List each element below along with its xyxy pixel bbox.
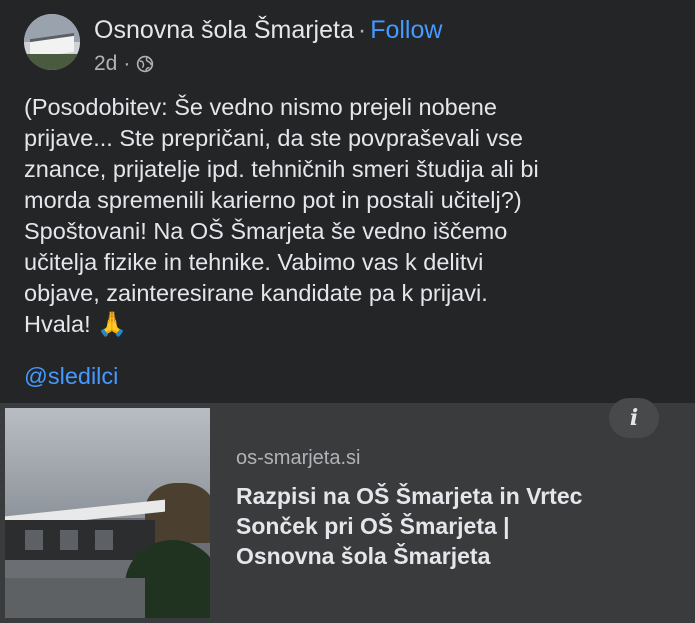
link-title[interactable]: Razpisi na OŠ Šmarjeta in Vrtec Sonček p… (236, 481, 656, 571)
meta-separator: · (123, 52, 131, 75)
page-avatar[interactable] (24, 14, 80, 70)
thumbnail-window (60, 530, 78, 550)
name-row: Osnovna šola Šmarjeta · Follow (94, 16, 442, 45)
thumbnail-window (25, 530, 43, 550)
post-timestamp[interactable]: 2d (94, 52, 117, 76)
post-body: (Posodobitev: Še vedno nismo prejeli nob… (24, 92, 679, 340)
info-icon[interactable]: i (609, 398, 659, 438)
post-body-text: (Posodobitev: Še vedno nismo prejeli nob… (24, 94, 539, 337)
mention-link[interactable]: @sledilci (24, 363, 118, 390)
link-domain: os-smarjeta.si (236, 447, 361, 469)
link-thumbnail[interactable] (5, 408, 210, 618)
thumbnail-road (5, 578, 145, 618)
name-separator: · (357, 16, 367, 44)
globe-icon (137, 55, 154, 73)
praying-hands-emoji: 🙏 (97, 311, 128, 338)
post-meta: 2d · (94, 52, 154, 76)
post-header: Osnovna šola Šmarjeta · Follow 2d · (24, 14, 684, 84)
follow-button[interactable]: Follow (370, 16, 442, 44)
thumbnail-window (95, 530, 113, 550)
page-name-link[interactable]: Osnovna šola Šmarjeta (94, 16, 354, 44)
avatar-grass (24, 54, 80, 70)
